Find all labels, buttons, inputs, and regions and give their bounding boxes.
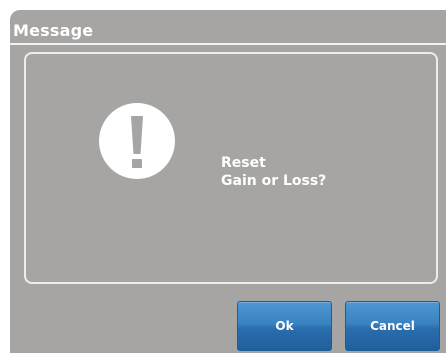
dialog-title: Message <box>13 21 94 40</box>
ok-button[interactable]: Ok <box>237 301 332 351</box>
ok-button-label: Ok <box>275 319 294 333</box>
cancel-button-label: Cancel <box>370 319 415 333</box>
title-divider <box>10 43 446 45</box>
message-line-2: Gain or Loss? <box>221 173 327 189</box>
cancel-button[interactable]: Cancel <box>345 301 440 351</box>
exclamation-icon <box>99 103 175 179</box>
message-line-1: Reset <box>221 155 266 171</box>
message-dialog: Message Reset Gain or Loss? Ok Cancel <box>10 10 446 353</box>
dialog-message: Reset Gain or Loss? <box>221 154 326 190</box>
